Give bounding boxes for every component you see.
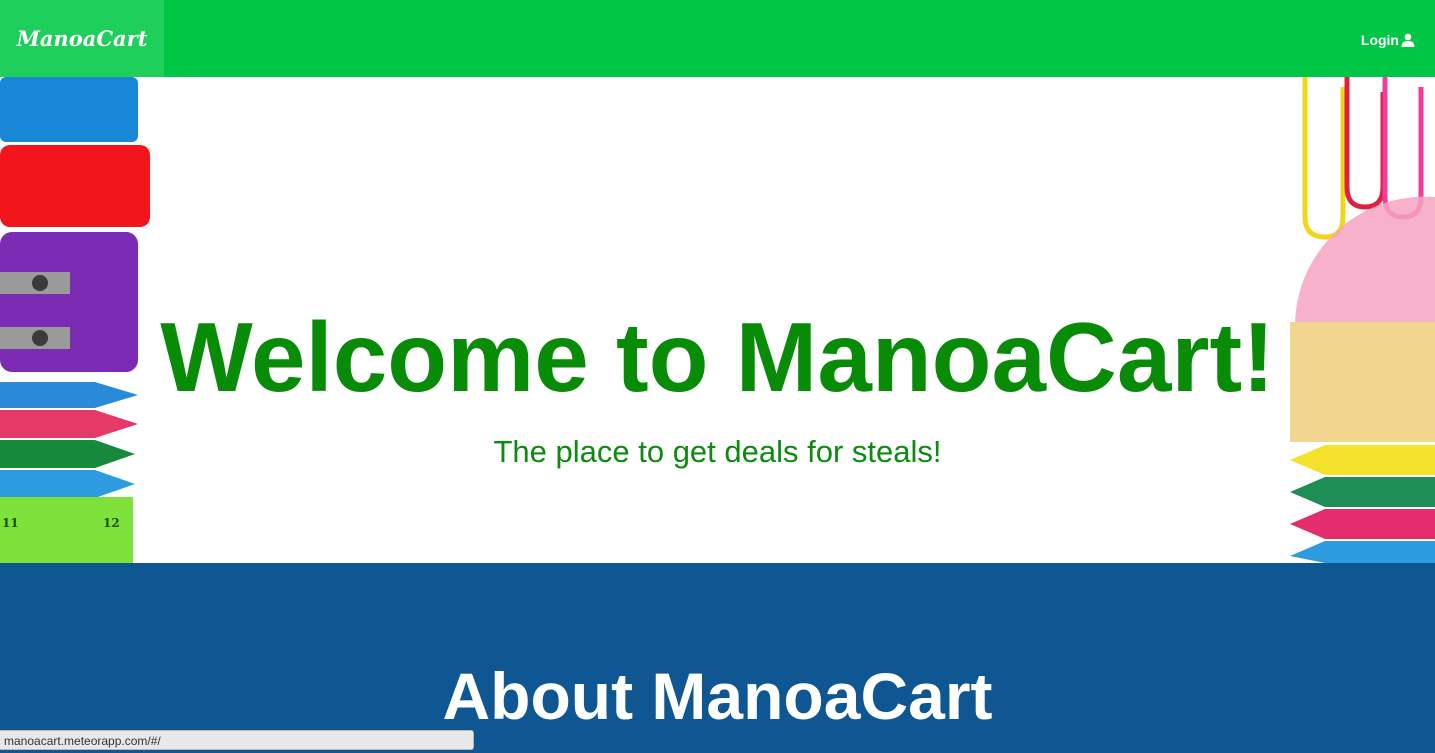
brand-logo-link[interactable]: ManoaCart <box>0 0 164 77</box>
hero-title: Welcome to ManoaCart! <box>160 302 1275 412</box>
hero-subtitle: The place to get deals for steals! <box>493 434 942 469</box>
about-title: About ManoaCart <box>442 659 993 733</box>
user-icon <box>1401 33 1415 47</box>
about-section: About ManoaCart <box>0 563 1435 753</box>
login-button[interactable]: Login <box>1361 30 1415 50</box>
login-label: Login <box>1360 32 1399 48</box>
school-supplies-right-image <box>1290 77 1435 563</box>
svg-text:12: 12 <box>103 516 120 530</box>
hero-section: 11 12 Welcome to ManoaCart! The place to… <box>0 77 1435 563</box>
svg-text:11: 11 <box>2 516 19 530</box>
top-navbar: ManoaCart Login <box>0 0 1435 77</box>
browser-status-bar: manoacart.meteorapp.com/#/ <box>0 730 474 750</box>
